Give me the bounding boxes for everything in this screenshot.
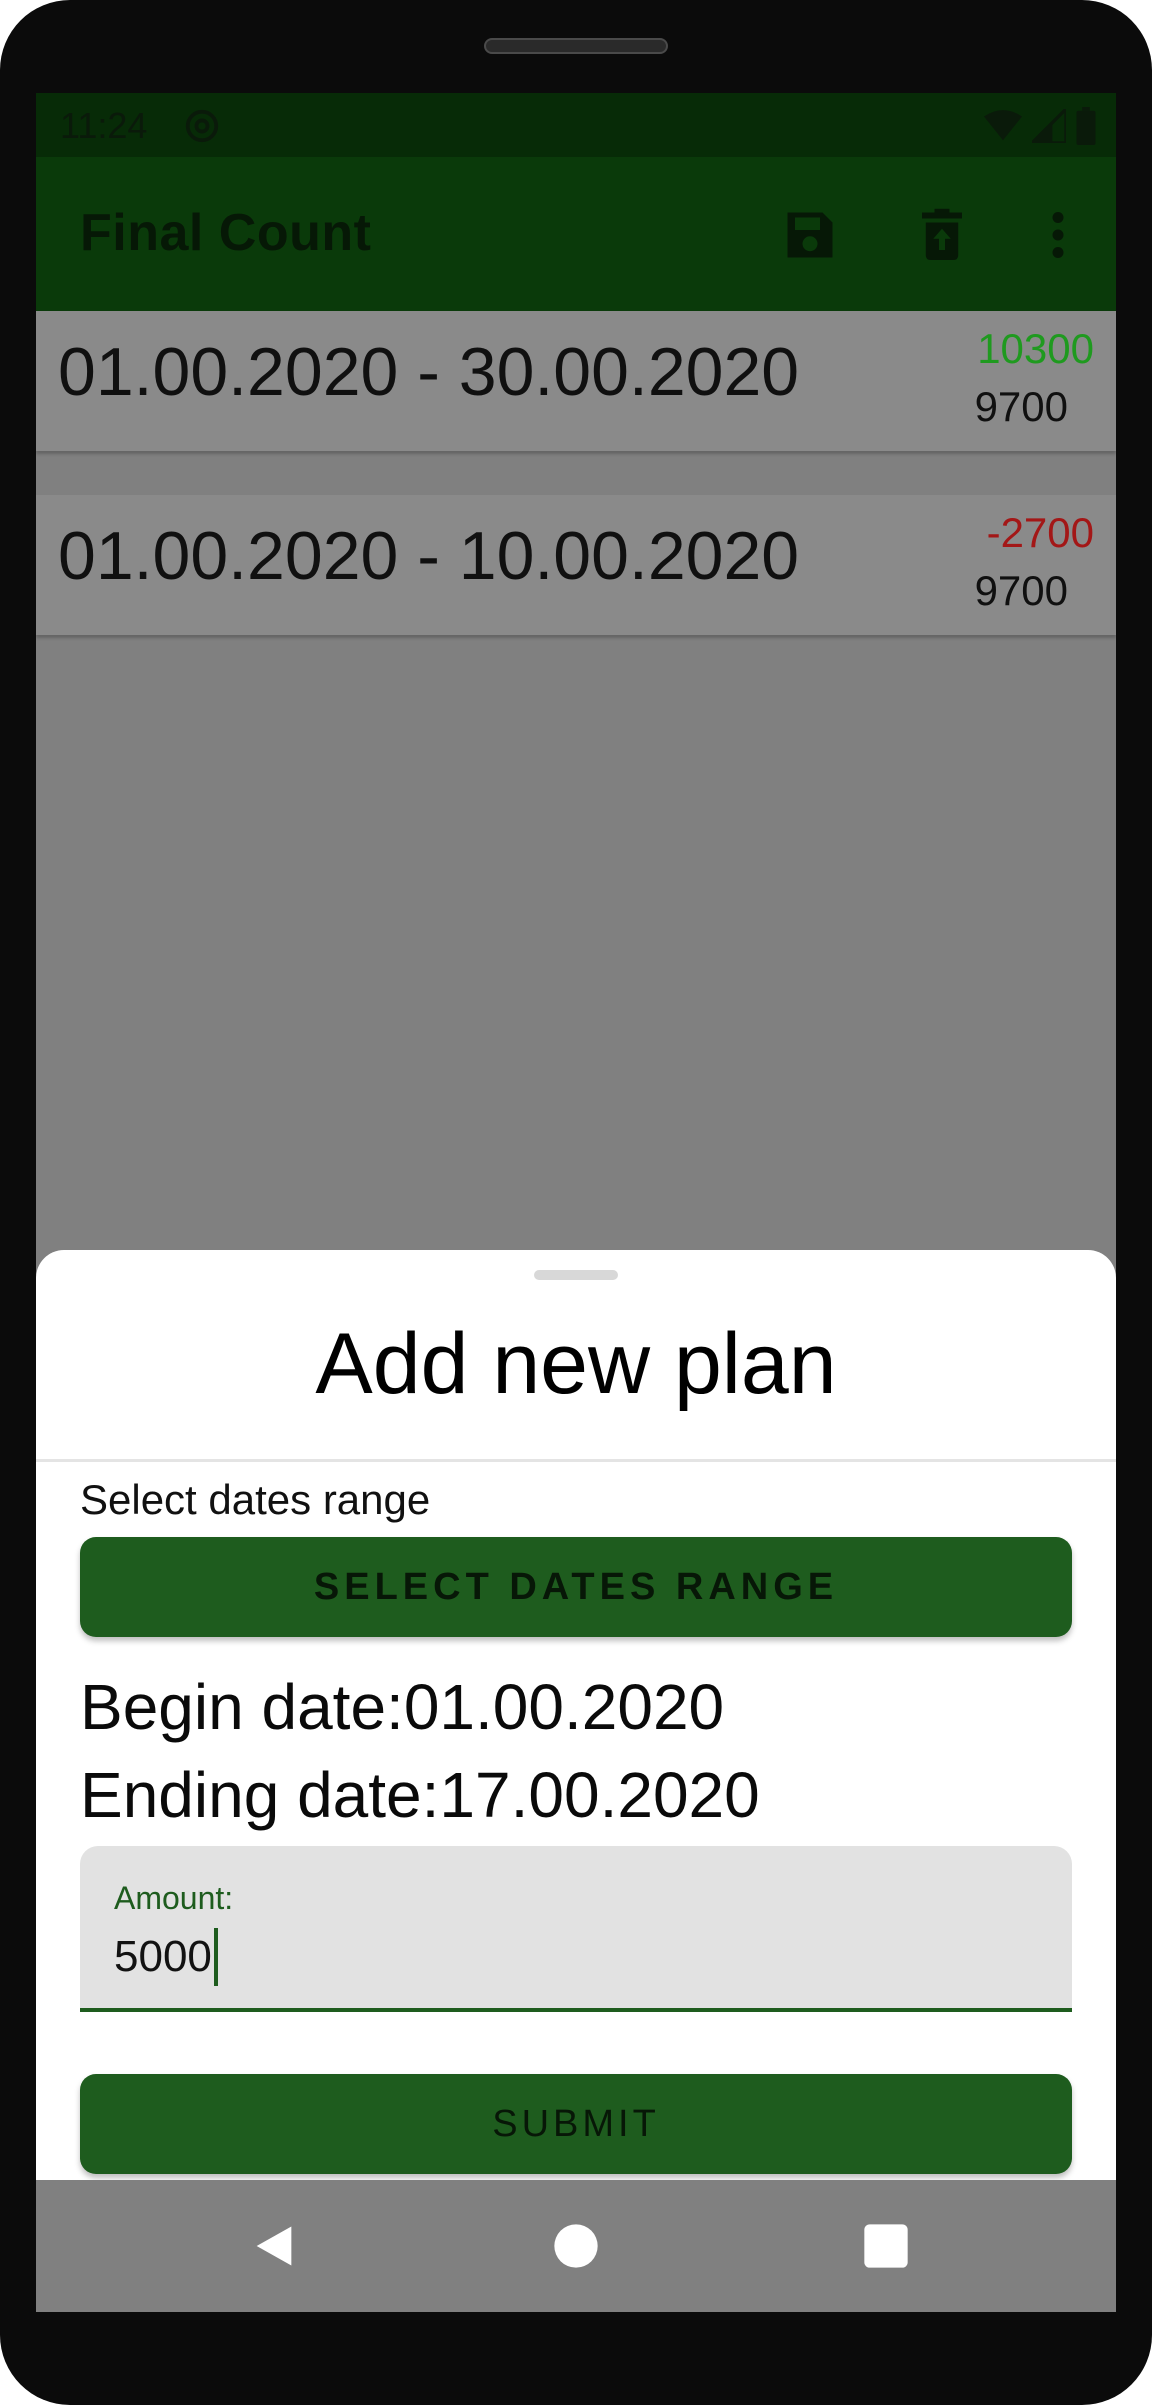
plan-balance: -2700	[986, 509, 1094, 556]
list-item[interactable]: 01.00.2020 - 10.00.2020 -2700 9700	[36, 495, 1116, 635]
status-time: 11:24	[60, 105, 148, 146]
add-plan-bottom-sheet: Add new plan Select dates range SELECT D…	[36, 1250, 1116, 2180]
status-bar: 11:24	[36, 93, 1116, 157]
status-icons	[984, 107, 1096, 145]
begin-date-text: Begin date:01.00.2020	[80, 1671, 725, 1743]
dates-range-label: Select dates range	[80, 1476, 431, 1523]
submit-button[interactable]: SUBMIT	[80, 2074, 1072, 2174]
app-title: Final Count	[80, 204, 372, 262]
device-frame: 11:24 Final Count 01.00.2020 - 30.00.202…	[0, 0, 1152, 2405]
plan-total: 9700	[974, 383, 1068, 430]
select-dates-range-button[interactable]: SELECT DATES RANGE	[80, 1537, 1072, 1637]
amount-value: 5000	[114, 1932, 212, 1981]
ending-date-text: Ending date:17.00.2020	[80, 1759, 760, 1831]
amount-input[interactable]: 5000	[114, 1928, 218, 1986]
save-icon[interactable]	[780, 205, 840, 265]
amount-field[interactable]: Amount: 5000	[80, 1846, 1072, 2012]
sync-icon	[185, 109, 219, 143]
speaker-grille	[484, 38, 668, 54]
recents-icon[interactable]	[860, 2220, 912, 2272]
screen: 11:24 Final Count 01.00.2020 - 30.00.202…	[36, 93, 1116, 2312]
battery-icon	[1076, 107, 1096, 145]
more-vert-icon[interactable]	[1028, 205, 1088, 265]
plan-dates: 01.00.2020 - 10.00.2020	[58, 518, 800, 594]
delete-icon[interactable]	[912, 205, 972, 265]
divider	[36, 1459, 1116, 1462]
list-item[interactable]: 01.00.2020 - 30.00.2020 10300 9700	[36, 311, 1116, 451]
signal-icon	[1032, 109, 1066, 143]
drag-handle[interactable]	[534, 1270, 618, 1280]
plan-balance: 10300	[977, 325, 1094, 372]
plan-total: 9700	[974, 567, 1068, 614]
back-icon[interactable]	[248, 2220, 300, 2272]
amount-label: Amount:	[114, 1880, 234, 1916]
plan-dates: 01.00.2020 - 30.00.2020	[58, 334, 800, 410]
app-bar: Final Count	[36, 157, 1116, 311]
sheet-title: Add new plan	[315, 1316, 837, 1412]
home-icon[interactable]	[550, 2220, 602, 2272]
text-caret	[213, 1928, 218, 1986]
wifi-icon	[984, 110, 1022, 141]
navigation-bar	[36, 2180, 1116, 2312]
